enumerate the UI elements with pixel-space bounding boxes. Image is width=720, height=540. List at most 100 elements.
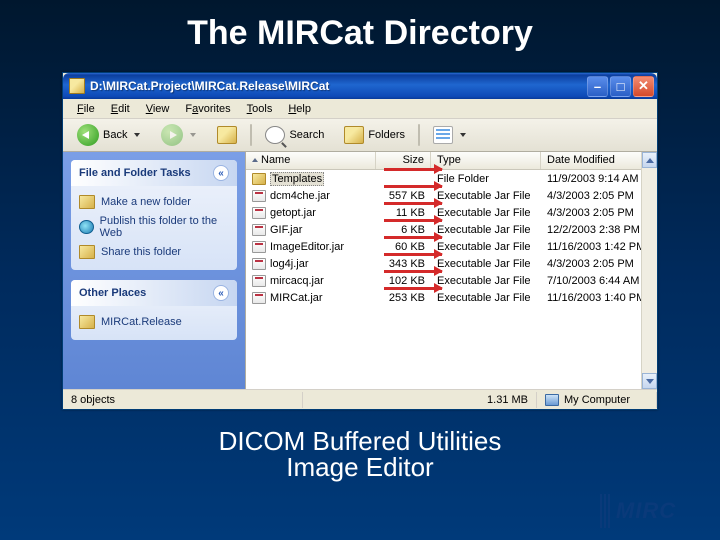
close-button[interactable]: ✕ [633,76,654,97]
file-type: Executable Jar File [431,258,541,270]
mirc-logo: MIRC [600,494,692,528]
collapse-button[interactable]: « [213,165,229,181]
separator [418,124,420,146]
file-type: Executable Jar File [431,292,541,304]
file-list[interactable]: Templates File Folder11/9/2003 9:14 AM dcm… [246,170,657,389]
search-button[interactable]: Search [257,122,332,148]
file-row[interactable]: GIF.jar6 KBExecutable Jar File12/2/2003 … [246,221,657,238]
slide-title: The MIRCat Directory [0,0,720,63]
folders-button[interactable]: Folders [336,122,413,148]
file-row[interactable]: dcm4che.jar557 KBExecutable Jar File4/3/… [246,187,657,204]
jar-file-icon [252,258,266,270]
jar-file-icon [252,190,266,202]
panel-title: Other Places [79,287,146,299]
menu-favorites[interactable]: Favorites [177,101,238,117]
jar-file-icon [252,275,266,287]
link-label: Make a new folder [101,196,191,208]
file-name-cell: MIRCat.jar [246,292,376,304]
jar-file-icon [252,207,266,219]
scrollbar[interactable] [641,170,657,389]
chevron-down-icon [646,379,654,384]
file-size: 60 KB [376,241,431,253]
link-label: Share this folder [101,246,181,258]
file-row[interactable]: getopt.jar11 KBExecutable Jar File4/3/20… [246,204,657,221]
titlebar[interactable]: D:\MIRCat.Project\MIRCat.Release\MIRCat … [63,73,657,99]
folder-up-icon [217,126,237,144]
column-size[interactable]: Size [376,152,431,169]
menu-edit[interactable]: Edit [103,101,138,117]
menubar: File Edit View Favorites Tools Help [63,99,657,119]
folder-icon [69,78,85,94]
status-location: My Computer [537,392,657,408]
file-row[interactable]: log4j.jar 343 KBExecutable Jar File4/3/20… [246,255,657,272]
file-size: 253 KB [376,292,431,304]
file-row[interactable]: Templates File Folder11/9/2003 9:14 AM [246,170,657,187]
file-name: mircacq.jar [270,275,324,287]
views-button[interactable] [425,122,475,148]
publish-folder-link[interactable]: Publish this folder to the Web [77,212,231,242]
column-date[interactable]: Date Modified [541,152,657,169]
forward-button[interactable] [153,120,205,150]
new-folder-icon [79,195,95,209]
file-size: 11 KB [376,207,431,219]
file-name-cell: Templates [246,172,376,186]
maximize-button[interactable]: □ [610,76,631,97]
chevron-down-icon[interactable] [134,132,141,139]
views-icon [433,126,453,144]
jar-file-icon [252,224,266,236]
file-size: 6 KB [376,224,431,236]
file-row[interactable]: ImageEditor.jar60 KBExecutable Jar File1… [246,238,657,255]
file-date: 12/2/2003 2:38 PM [541,224,657,236]
column-name[interactable]: Name [246,152,376,169]
share-icon [79,245,95,259]
file-size: 343 KB [376,258,431,270]
status-objects: 8 objects [63,392,303,408]
up-button[interactable] [209,122,245,148]
file-row[interactable]: MIRCat.jar253 KBExecutable Jar File11/16… [246,289,657,306]
back-arrow-icon [77,124,99,146]
folder-icon [252,173,266,185]
jar-file-icon [252,292,266,304]
status-size: 1.31 MB [303,392,537,408]
minimize-button[interactable]: – [587,76,608,97]
file-type: Executable Jar File [431,275,541,287]
menu-file[interactable]: File [69,101,103,117]
collapse-button[interactable]: « [213,285,229,301]
file-type: File Folder [431,173,541,185]
search-label: Search [289,129,324,141]
file-date: 4/3/2003 2:05 PM [541,258,657,270]
menu-view[interactable]: View [138,101,178,117]
computer-icon [545,394,559,406]
caption-line: Image Editor [0,454,720,480]
menu-help[interactable]: Help [280,101,319,117]
column-headers: Name Size Type Date Modified [246,152,657,170]
share-folder-link[interactable]: Share this folder [77,242,231,262]
menu-tools[interactable]: Tools [239,101,281,117]
file-date: 11/16/2003 1:42 PM [541,241,657,253]
separator [250,124,252,146]
file-date: 11/9/2003 9:14 AM [541,173,657,185]
chevron-down-icon[interactable] [460,132,467,139]
file-name-cell: mircacq.jar [246,275,376,287]
column-type[interactable]: Type [431,152,541,169]
file-size: 557 KB [376,190,431,202]
chevron-down-icon[interactable] [190,132,197,139]
mircat-release-link[interactable]: MIRCat.Release [77,312,231,332]
globe-icon [79,220,94,234]
file-date: 11/16/2003 1:40 PM [541,292,657,304]
back-button[interactable]: Back [69,120,149,150]
file-name: log4j.jar [270,258,309,270]
forward-arrow-icon [161,124,183,146]
file-name: Templates [270,172,324,186]
scroll-down-button[interactable] [642,373,657,389]
folders-label: Folders [368,129,405,141]
file-name-cell: getopt.jar [246,207,376,219]
file-name: GIF.jar [270,224,302,236]
file-name: dcm4che.jar [270,190,330,202]
file-row[interactable]: mircacq.jar102 KBExecutable Jar File7/10… [246,272,657,289]
folder-icon [79,315,95,329]
toolbar: Back Search Folders [63,119,657,152]
make-new-folder-link[interactable]: Make a new folder [77,192,231,212]
file-name-cell: dcm4che.jar [246,190,376,202]
file-date: 4/3/2003 2:05 PM [541,207,657,219]
